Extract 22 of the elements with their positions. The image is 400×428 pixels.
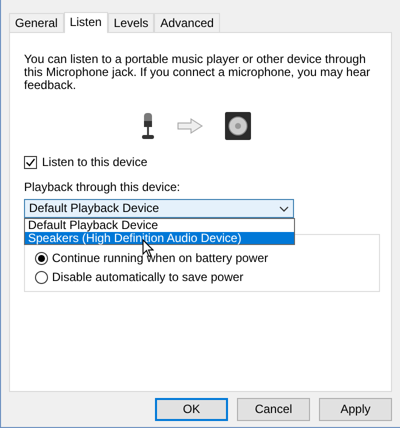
tab[interactable]: Listen [64,12,108,33]
speaker-icon [224,112,250,140]
dropdown-option[interactable]: Default Playback Device [25,219,294,232]
radio-label: Disable automatically to save power [52,271,244,284]
tab[interactable]: Advanced [154,13,220,32]
microphone-icon [140,113,154,139]
tab[interactable]: Levels [108,13,154,32]
tab[interactable]: General [9,13,64,32]
ok-button[interactable]: OK [155,398,228,421]
listen-checkbox[interactable] [24,156,37,169]
arrow-icon [176,118,202,134]
dropdown-option[interactable]: Speakers (High Definition Audio Device) [25,232,294,244]
dialog-button[interactable]: Cancel [237,398,310,421]
dialog-button[interactable]: Apply [319,398,392,421]
radio-button[interactable] [35,271,48,284]
checkbox-label: Listen to this device [42,156,148,169]
chevron-icon [279,206,289,212]
description-text: You can listen to a portable music player or other device through this Microphone jack. If you connect a microphone, you may hear feedback. [24,53,372,92]
radio-label: Continue running when on battery power [52,252,268,265]
playback-label: Playback through this device: [24,181,182,194]
radio-button[interactable] [35,252,48,265]
playback-dropdown[interactable]: Default Playback Device [24,199,294,218]
